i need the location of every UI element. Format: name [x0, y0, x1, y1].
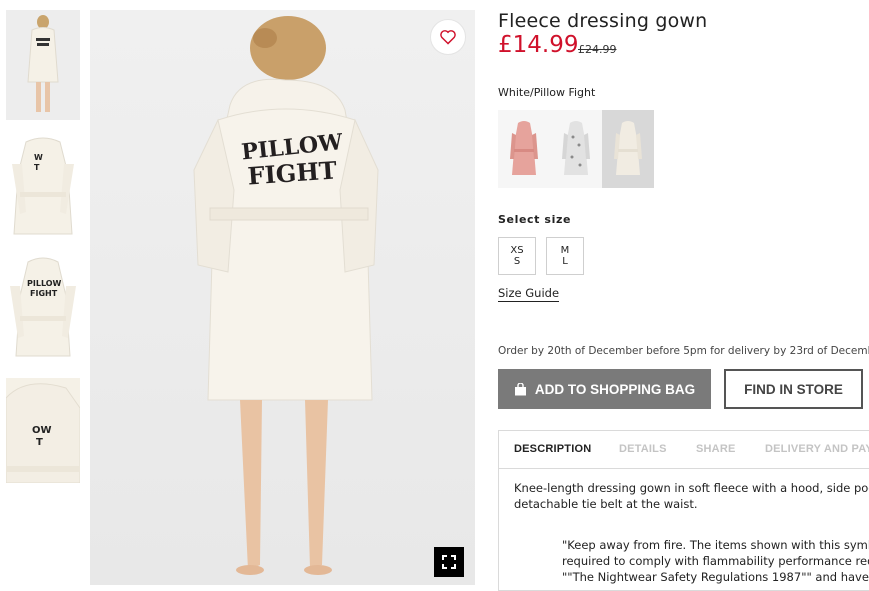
thumbnail-back-flat[interactable]: PILLOW FIGHT — [6, 256, 80, 366]
description-line: detachable tie belt at the waist. — [514, 497, 698, 511]
tab-details[interactable]: DETAILS — [619, 443, 667, 455]
description-panel: DESCRIPTION DETAILS SHARE DELIVERY AND P… — [498, 430, 869, 591]
expand-icon — [442, 555, 456, 569]
favorite-button[interactable] — [430, 19, 466, 55]
heart-icon — [440, 30, 456, 45]
old-price: £24.99 — [578, 43, 617, 56]
size-guide-link[interactable]: Size Guide — [498, 286, 560, 302]
note-line: "Keep away from fire. The items shown wi… — [562, 538, 869, 552]
select-size-label: Select size — [498, 213, 572, 226]
add-to-bag-button[interactable]: ADD TO SHOPPING BAG — [498, 369, 711, 409]
swatch-grey-print[interactable] — [550, 110, 602, 188]
swatch-white-pillow-fight[interactable] — [602, 110, 654, 188]
swatch-grey-image — [562, 121, 590, 175]
color-name: White/Pillow Fight — [498, 86, 596, 99]
size-option-line1: M — [560, 245, 570, 256]
fire-safety-note: "Keep away from fire. The items shown wi… — [562, 537, 869, 585]
svg-text:FIGHT: FIGHT — [30, 289, 58, 298]
svg-text:T: T — [34, 163, 40, 172]
svg-text:T: T — [36, 437, 43, 448]
svg-text:OW: OW — [32, 425, 52, 436]
thumbnail-detail[interactable]: OW T — [6, 378, 80, 483]
add-to-bag-label: ADD TO SHOPPING BAG — [534, 381, 696, 397]
size-option-m-l[interactable]: M L — [546, 237, 584, 275]
description-tabs: DESCRIPTION DETAILS SHARE DELIVERY AND P… — [499, 431, 869, 469]
description-text: Knee-length dressing gown in soft fleece… — [514, 480, 869, 512]
color-swatches — [498, 110, 654, 188]
size-option-line2: L — [562, 256, 568, 267]
thumbnail-back-view[interactable] — [6, 10, 80, 120]
tab-share[interactable]: SHARE — [696, 443, 736, 455]
size-option-xs-s[interactable]: XS S — [498, 237, 536, 275]
product-title: Fleece dressing gown — [498, 10, 708, 32]
swatch-pink-image — [510, 121, 538, 175]
product-price: £14.99 — [498, 32, 579, 58]
tab-delivery-payment[interactable]: DELIVERY AND PAYMENT — [765, 443, 869, 455]
zoom-button[interactable] — [434, 547, 464, 577]
swatch-pink[interactable] — [498, 110, 550, 188]
tab-description[interactable]: DESCRIPTION — [514, 443, 591, 455]
main-product-image: PILLOW FIGHT — [90, 10, 475, 585]
note-line: ""The Nightwear Safety Regulations 1987"… — [562, 570, 869, 584]
thumbnail-front-flat[interactable]: W T — [6, 134, 80, 244]
swatch-white-image — [614, 121, 642, 175]
svg-text:PILLOW: PILLOW — [27, 279, 62, 288]
find-in-store-label: FIND IN STORE — [744, 381, 843, 397]
svg-text:W: W — [34, 153, 43, 162]
note-line: required to comply with flammability per… — [562, 554, 869, 568]
shopping-bag-icon — [514, 382, 526, 395]
find-in-store-button[interactable]: FIND IN STORE — [724, 369, 863, 409]
delivery-info: Order by 20th of December before 5pm for… — [498, 345, 869, 357]
description-line: Knee-length dressing gown in soft fleece… — [514, 481, 869, 495]
size-option-line2: S — [513, 256, 521, 267]
size-option-line1: XS — [510, 245, 524, 256]
